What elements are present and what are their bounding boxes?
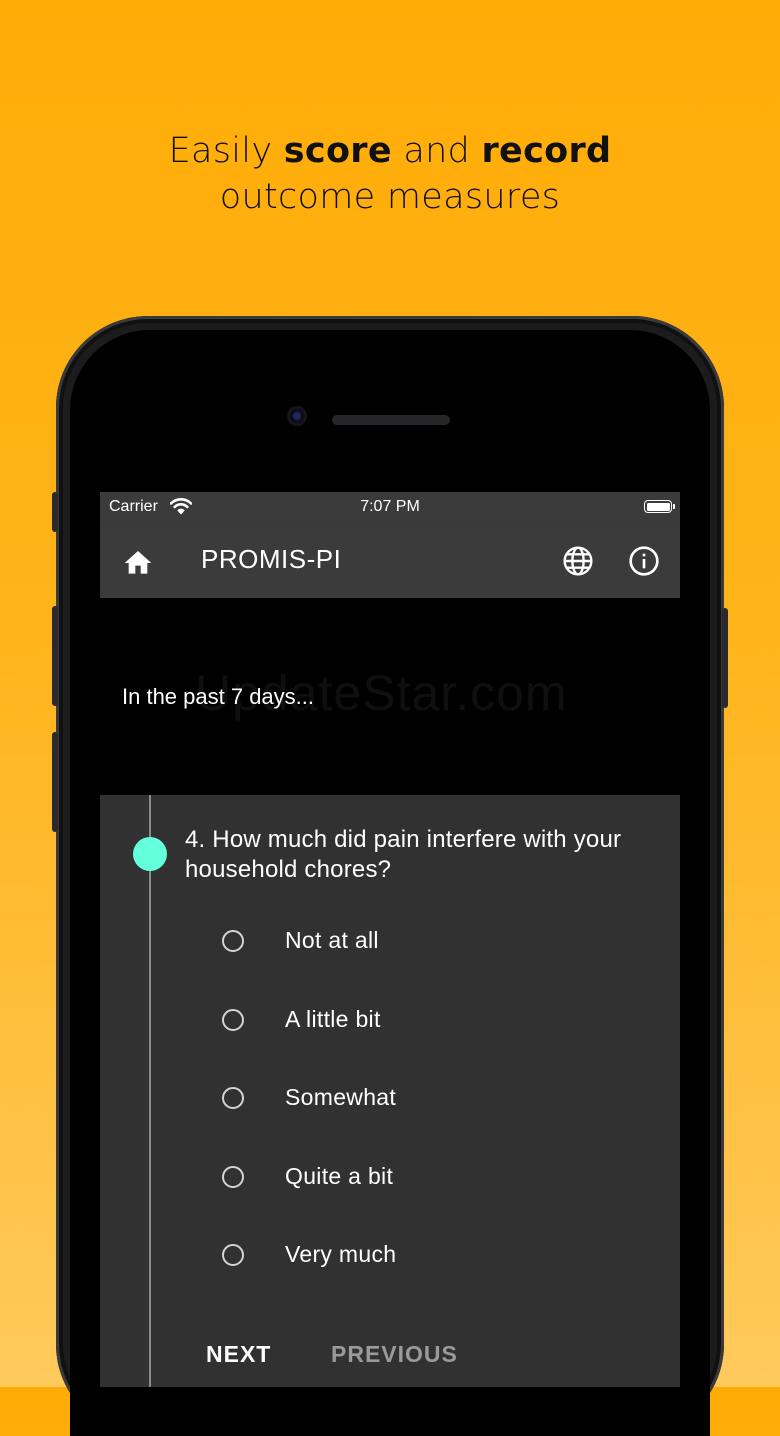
status-bar: Carrier 7:07 PM (100, 492, 680, 524)
volume-up-button (52, 606, 58, 706)
front-camera (287, 406, 307, 426)
info-icon[interactable] (628, 545, 660, 577)
answer-option-somewhat[interactable]: Somewhat (220, 1079, 620, 1119)
battery-icon (644, 500, 675, 513)
radio-button[interactable] (222, 1009, 244, 1031)
promo-line-2: outcome measures (219, 177, 561, 217)
promo-text: and (391, 131, 482, 171)
radio-button[interactable] (222, 1087, 244, 1109)
answer-option-very-much[interactable]: Very much (220, 1236, 620, 1276)
answer-option-not-at-all[interactable]: Not at all (220, 922, 620, 962)
app-title: PROMIS-PI (201, 544, 342, 574)
answer-option-label: Not at all (285, 927, 379, 953)
answer-option-label: Somewhat (285, 1084, 397, 1110)
question-text: 4. How much did pain interfere with your… (185, 826, 622, 883)
globe-icon[interactable] (562, 545, 594, 577)
home-icon[interactable] (122, 547, 154, 579)
step-indicator (133, 837, 167, 871)
answer-option-quite-a-bit[interactable]: Quite a bit (220, 1158, 620, 1198)
promo-headline: Easily score and record outcome measures (0, 128, 780, 220)
app-bar: PROMIS-PI (100, 524, 680, 598)
next-button[interactable]: NEXT (206, 1341, 271, 1368)
earpiece-speaker (332, 415, 450, 425)
power-button (722, 608, 728, 708)
radio-button[interactable] (222, 1244, 244, 1266)
app-screen: Carrier 7:07 PM PROMIS-PI UpdateStar.com… (100, 492, 680, 1387)
status-time: 7:07 PM (360, 498, 420, 515)
answer-option-label: A little bit (285, 1006, 381, 1032)
mute-switch (52, 492, 58, 532)
promo-line-1: Easily score and record (0, 128, 780, 174)
question-card: 4. How much did pain interfere with your… (100, 795, 680, 1387)
volume-down-button (52, 732, 58, 832)
promo-bold-record: record (481, 131, 612, 171)
previous-button[interactable]: PREVIOUS (331, 1341, 458, 1368)
promo-bold-score: score (283, 131, 392, 171)
answer-option-label: Very much (285, 1241, 397, 1267)
answer-option-label: Quite a bit (285, 1163, 394, 1189)
radio-button[interactable] (222, 1166, 244, 1188)
stepper-line (149, 795, 151, 1387)
intro-text: In the past 7 days... (122, 684, 315, 709)
answer-option-a-little-bit[interactable]: A little bit (220, 1001, 620, 1041)
promo-text: Easily (168, 131, 284, 171)
radio-button[interactable] (222, 930, 244, 952)
